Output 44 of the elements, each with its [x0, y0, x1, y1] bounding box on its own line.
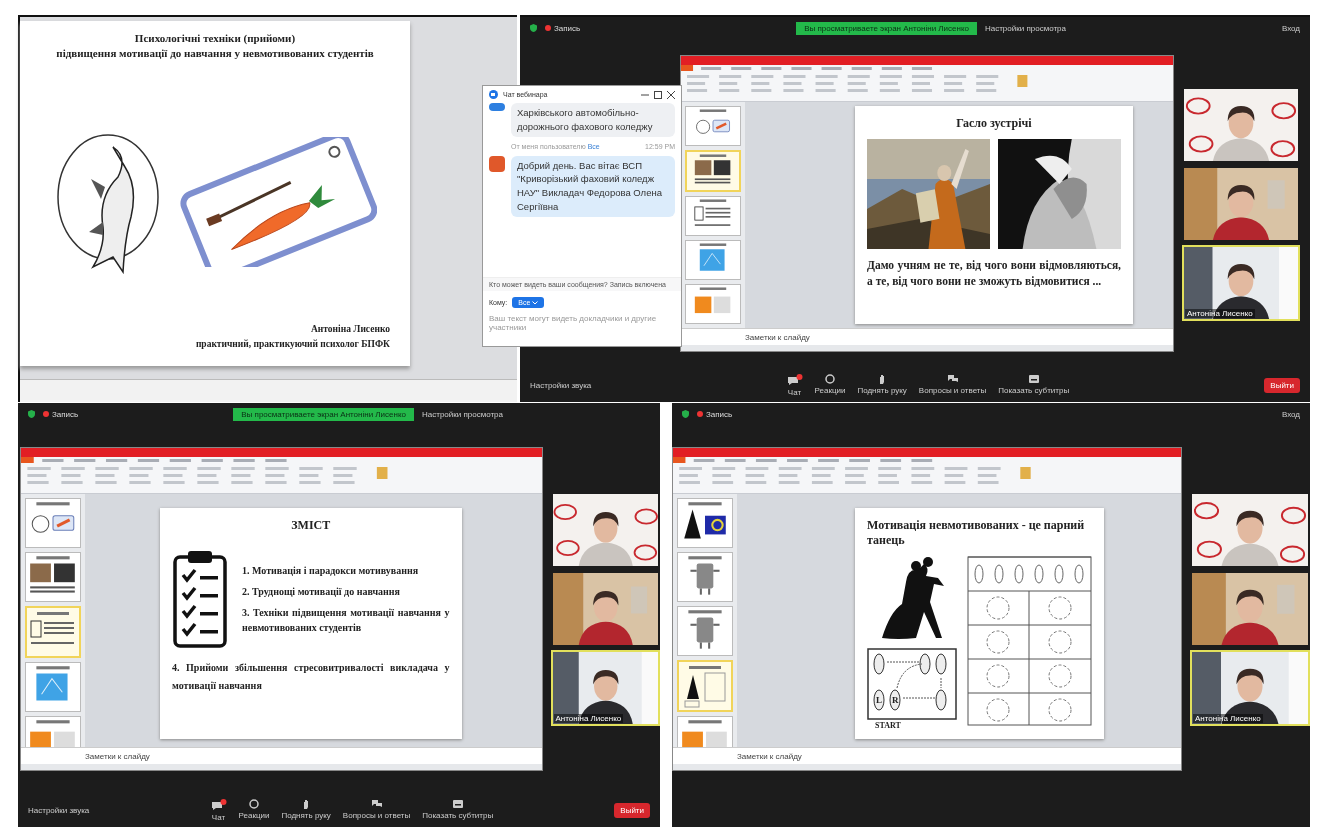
toolbar-button[interactable]: Показать субтитры — [998, 373, 1070, 397]
audio-settings-button[interactable]: Настройки звука — [28, 805, 90, 815]
toolbar-button[interactable]: Показать субтитры — [422, 798, 494, 822]
participant-name: Антоніна Лисенко — [1193, 714, 1263, 723]
leave-button[interactable]: Выйти — [1264, 377, 1300, 393]
chat-message: Добрий день. Вас вітає ВСП "Криворізький фаховий коледж НАУ" Викладач Федорова Олена Сергіївна — [511, 155, 675, 217]
toolbar-button[interactable]: Поднять руку — [281, 798, 331, 822]
slide-title: Психологічні техніки (прийоми) — [133, 31, 297, 46]
leave-button[interactable]: Выйти — [614, 802, 650, 818]
sign-in-button[interactable]: Вход — [1281, 409, 1300, 419]
recording-indicator[interactable]: Запись — [545, 23, 581, 33]
slide-title: Мотивація невмотивованих - це парний танець — [867, 518, 1086, 548]
contents-item: 4. Прийоми збільшення стресовитривалості викладача у мотивації навчання — [172, 661, 450, 693]
quote-text: Дамо учням не те, від чого вони відмовляються, а те, від чого вони не зможуть відмовитися ... — [867, 258, 1121, 290]
toolbar-button[interactable]: Вопросы и ответы — [918, 373, 987, 397]
slide-title: Гасло зустрічі — [956, 116, 1032, 131]
toolbar-button[interactable]: Реакции — [238, 798, 270, 822]
screen-share-banner: Вы просматриваете экран Антоніни Лисенко — [796, 21, 977, 35]
slide-title: підвищення мотивації до навчання у невмотивованих студентів — [56, 46, 374, 62]
view-options-button[interactable]: Настройки просмотра — [422, 409, 503, 419]
chat-message: Харківського автомобільно-дорожнього фахового коледжу — [511, 103, 675, 137]
notes-placeholder[interactable]: Заметки к слайду — [85, 751, 150, 761]
author-text: практичний, практикуючий психолог БПФК — [195, 337, 390, 351]
screen-share-banner: Вы просматриваете экран Антоніни Лисенко — [233, 407, 414, 421]
contents-item: 1. Мотивація і парадокси мотивування — [242, 564, 420, 578]
notes-placeholder[interactable]: Заметки к слайду — [737, 751, 802, 761]
audio-settings-button[interactable]: Настройки звука — [530, 380, 592, 390]
participant-name: Антоніна Лисенко — [1185, 308, 1255, 318]
sign-in-button[interactable]: Вход — [1281, 23, 1300, 33]
recording-indicator[interactable]: Запись — [43, 409, 79, 419]
toolbar-button[interactable]: Реакции — [814, 373, 846, 397]
recording-indicator[interactable]: Запись — [697, 409, 733, 419]
contents-item: 3. Техніки підвищення мотивації навчання у невмотивованих студентів — [242, 606, 450, 635]
slide-title: ЗМІСТ — [291, 518, 331, 533]
contents-item: 2. Труднощі мотивації до навчання — [242, 585, 401, 599]
toolbar-button[interactable]: Поднять руку — [857, 373, 907, 397]
notes-placeholder[interactable]: Заметки к слайду — [745, 332, 810, 342]
view-options-button[interactable]: Настройки просмотра — [984, 23, 1066, 33]
participant-name: Антоніна Лисенко — [553, 714, 624, 723]
toolbar-button[interactable]: Чат — [786, 373, 803, 397]
toolbar-button[interactable]: Вопросы и ответы — [342, 798, 411, 822]
footsteps-diagram: L R START — [867, 648, 957, 730]
author-text: Антоніна Лисенко — [310, 322, 390, 336]
toolbar-button[interactable]: Чат — [210, 798, 227, 822]
